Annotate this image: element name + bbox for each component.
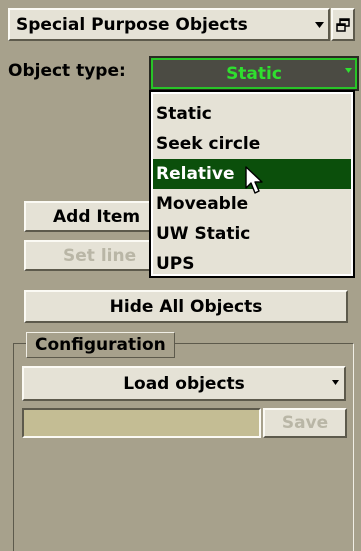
option-uw-static[interactable]: UW Static — [153, 219, 351, 249]
object-type-label: Object type: — [8, 61, 126, 81]
restore-window-icon — [336, 17, 350, 32]
set-line-button[interactable]: Set line — [24, 240, 156, 271]
configuration-name-input[interactable] — [22, 408, 261, 438]
load-objects-button[interactable]: Load objects — [22, 366, 346, 401]
option-ups[interactable]: UPS — [153, 249, 351, 279]
triangle-down-icon — [345, 68, 352, 73]
add-item-button[interactable]: Add Item — [24, 201, 156, 232]
triangle-down-icon — [312, 10, 326, 39]
load-objects-label: Load objects — [123, 373, 245, 394]
option-seek-circle[interactable]: Seek circle — [153, 129, 351, 159]
hide-all-objects-button[interactable]: Hide All Objects — [24, 290, 348, 323]
object-type-select[interactable]: Static — [149, 56, 359, 91]
configuration-title: Configuration — [26, 332, 175, 358]
special-purpose-objects-panel: Special Purpose Objects Object type: Sta… — [0, 0, 361, 551]
panel-title: Special Purpose Objects — [16, 14, 248, 35]
triangle-down-icon — [332, 380, 339, 385]
panel-selector[interactable]: Special Purpose Objects — [8, 8, 330, 41]
mouse-cursor-icon — [245, 166, 265, 196]
restore-window-button[interactable] — [331, 8, 355, 41]
option-static[interactable]: Static — [153, 99, 351, 129]
object-type-value: Static — [226, 63, 282, 84]
save-button[interactable]: Save — [263, 408, 347, 438]
